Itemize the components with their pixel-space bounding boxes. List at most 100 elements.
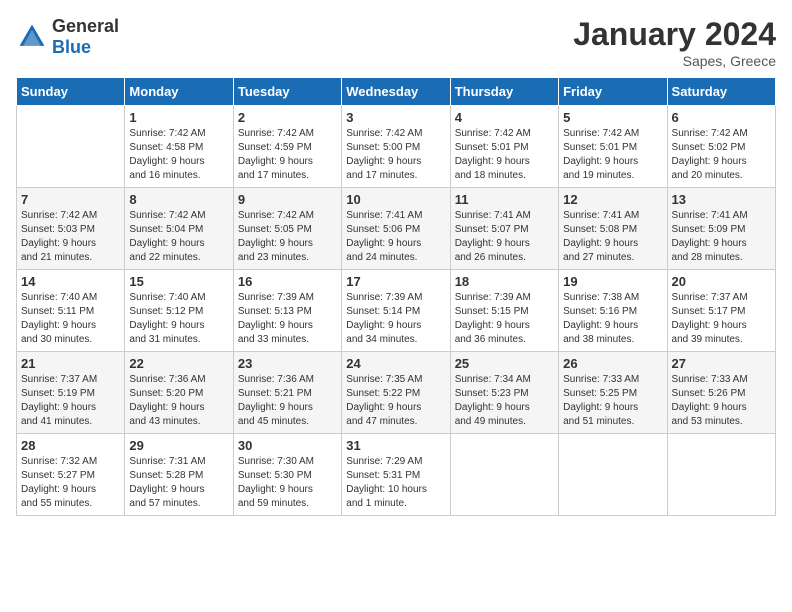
- calendar-cell: 6Sunrise: 7:42 AM Sunset: 5:02 PM Daylig…: [667, 106, 775, 188]
- day-number: 14: [21, 274, 120, 289]
- day-info: Sunrise: 7:41 AM Sunset: 5:06 PM Dayligh…: [346, 209, 445, 265]
- calendar-table: SundayMondayTuesdayWednesdayThursdayFrid…: [16, 77, 776, 516]
- day-info: Sunrise: 7:29 AM Sunset: 5:31 PM Dayligh…: [346, 455, 445, 511]
- day-info: Sunrise: 7:36 AM Sunset: 5:20 PM Dayligh…: [129, 373, 228, 429]
- day-number: 2: [238, 110, 337, 125]
- day-number: 16: [238, 274, 337, 289]
- logo-blue: Blue: [52, 37, 91, 57]
- day-number: 13: [672, 192, 771, 207]
- day-number: 27: [672, 356, 771, 371]
- day-number: 9: [238, 192, 337, 207]
- day-number: 29: [129, 438, 228, 453]
- calendar-cell: 16 Sunrise: 7:39 AM Sunset: 5:13 PM Dayli…: [233, 270, 341, 352]
- day-info: Sunrise: 7:39 AM Sunset: 5:13 PM Dayligh…: [238, 291, 337, 347]
- calendar-cell: 24 Sunrise: 7:35 AM Sunset: 5:22 PM Dayli…: [342, 352, 450, 434]
- day-info: Sunrise: 7:42 AM Sunset: 5:04 PM Dayligh…: [129, 209, 228, 265]
- day-info: Sunrise: 7:37 AM Sunset: 5:17 PM Dayligh…: [672, 291, 771, 347]
- calendar-cell: 26Sunrise: 7:33 AM Sunset: 5:25 PM Dayli…: [559, 352, 667, 434]
- day-info: Sunrise: 7:42 AM Sunset: 4:59 PM Dayligh…: [238, 127, 337, 183]
- day-number: 20: [672, 274, 771, 289]
- column-header-sunday: Sunday: [17, 78, 125, 106]
- day-number: 31: [346, 438, 445, 453]
- calendar-cell: 1Sunrise: 7:42 AM Sunset: 4:58 PM Daylig…: [125, 106, 233, 188]
- day-number: 6: [672, 110, 771, 125]
- day-info: Sunrise: 7:34 AM Sunset: 5:23 PM Dayligh…: [455, 373, 554, 429]
- calendar-cell: 28 Sunrise: 7:32 AM Sunset: 5:27 PM Dayli…: [17, 434, 125, 516]
- column-header-saturday: Saturday: [667, 78, 775, 106]
- day-number: 19: [563, 274, 662, 289]
- day-number: 28: [21, 438, 120, 453]
- day-number: 8: [129, 192, 228, 207]
- calendar-cell: 31 Sunrise: 7:29 AM Sunset: 5:31 PM Dayli…: [342, 434, 450, 516]
- day-number: 30: [238, 438, 337, 453]
- day-number: 3: [346, 110, 445, 125]
- calendar-cell: 25Sunrise: 7:34 AM Sunset: 5:23 PM Dayli…: [450, 352, 558, 434]
- day-info: Sunrise: 7:39 AM Sunset: 5:14 PM Dayligh…: [346, 291, 445, 347]
- day-number: 7: [21, 192, 120, 207]
- day-info: Sunrise: 7:31 AM Sunset: 5:28 PM Dayligh…: [129, 455, 228, 511]
- calendar-cell: 4Sunrise: 7:42 AM Sunset: 5:01 PM Daylig…: [450, 106, 558, 188]
- calendar-cell: 8 Sunrise: 7:42 AM Sunset: 5:04 PM Daylig…: [125, 188, 233, 270]
- calendar-cell: 30Sunrise: 7:30 AM Sunset: 5:30 PM Dayli…: [233, 434, 341, 516]
- day-number: 11: [455, 192, 554, 207]
- calendar-cell: 18 Sunrise: 7:39 AM Sunset: 5:15 PM Dayli…: [450, 270, 558, 352]
- day-number: 15: [129, 274, 228, 289]
- calendar-cell: 21Sunrise: 7:37 AM Sunset: 5:19 PM Dayli…: [17, 352, 125, 434]
- logo-general: General: [52, 16, 119, 36]
- calendar-cell: 5 Sunrise: 7:42 AM Sunset: 5:01 PM Daylig…: [559, 106, 667, 188]
- calendar-cell: 19 Sunrise: 7:38 AM Sunset: 5:16 PM Dayli…: [559, 270, 667, 352]
- location-title: Sapes, Greece: [573, 53, 776, 69]
- day-number: 17: [346, 274, 445, 289]
- calendar-cell: [450, 434, 558, 516]
- calendar-week-5: 28 Sunrise: 7:32 AM Sunset: 5:27 PM Dayli…: [17, 434, 776, 516]
- day-info: Sunrise: 7:35 AM Sunset: 5:22 PM Dayligh…: [346, 373, 445, 429]
- calendar-cell: 27 Sunrise: 7:33 AM Sunset: 5:26 PM Dayli…: [667, 352, 775, 434]
- day-info: Sunrise: 7:40 AM Sunset: 5:12 PM Dayligh…: [129, 291, 228, 347]
- day-info: Sunrise: 7:41 AM Sunset: 5:07 PM Dayligh…: [455, 209, 554, 265]
- calendar-cell: 10 Sunrise: 7:41 AM Sunset: 5:06 PM Dayli…: [342, 188, 450, 270]
- calendar-cell: 20 Sunrise: 7:37 AM Sunset: 5:17 PM Dayli…: [667, 270, 775, 352]
- day-number: 12: [563, 192, 662, 207]
- day-number: 24: [346, 356, 445, 371]
- column-header-friday: Friday: [559, 78, 667, 106]
- day-number: 18: [455, 274, 554, 289]
- day-info: Sunrise: 7:33 AM Sunset: 5:25 PM Dayligh…: [563, 373, 662, 429]
- day-info: Sunrise: 7:37 AM Sunset: 5:19 PM Dayligh…: [21, 373, 120, 429]
- column-header-wednesday: Wednesday: [342, 78, 450, 106]
- calendar-week-4: 21Sunrise: 7:37 AM Sunset: 5:19 PM Dayli…: [17, 352, 776, 434]
- day-number: 10: [346, 192, 445, 207]
- day-info: Sunrise: 7:42 AM Sunset: 5:05 PM Dayligh…: [238, 209, 337, 265]
- calendar-cell: 9 Sunrise: 7:42 AM Sunset: 5:05 PM Daylig…: [233, 188, 341, 270]
- calendar-cell: 15 Sunrise: 7:40 AM Sunset: 5:12 PM Dayli…: [125, 270, 233, 352]
- calendar-cell: 22Sunrise: 7:36 AM Sunset: 5:20 PM Dayli…: [125, 352, 233, 434]
- calendar-cell: 17 Sunrise: 7:39 AM Sunset: 5:14 PM Dayli…: [342, 270, 450, 352]
- day-info: Sunrise: 7:41 AM Sunset: 5:08 PM Dayligh…: [563, 209, 662, 265]
- logo-icon: [16, 21, 48, 53]
- calendar-week-3: 14 Sunrise: 7:40 AM Sunset: 5:11 PM Dayli…: [17, 270, 776, 352]
- day-info: Sunrise: 7:39 AM Sunset: 5:15 PM Dayligh…: [455, 291, 554, 347]
- day-info: Sunrise: 7:38 AM Sunset: 5:16 PM Dayligh…: [563, 291, 662, 347]
- day-info: Sunrise: 7:33 AM Sunset: 5:26 PM Dayligh…: [672, 373, 771, 429]
- calendar-cell: 23Sunrise: 7:36 AM Sunset: 5:21 PM Dayli…: [233, 352, 341, 434]
- day-info: Sunrise: 7:40 AM Sunset: 5:11 PM Dayligh…: [21, 291, 120, 347]
- day-info: Sunrise: 7:42 AM Sunset: 5:01 PM Dayligh…: [563, 127, 662, 183]
- calendar-cell: 13Sunrise: 7:41 AM Sunset: 5:09 PM Dayli…: [667, 188, 775, 270]
- day-info: Sunrise: 7:42 AM Sunset: 5:03 PM Dayligh…: [21, 209, 120, 265]
- day-info: Sunrise: 7:32 AM Sunset: 5:27 PM Dayligh…: [21, 455, 120, 511]
- month-title: January 2024: [573, 16, 776, 53]
- calendar-cell: [17, 106, 125, 188]
- day-info: Sunrise: 7:42 AM Sunset: 5:00 PM Dayligh…: [346, 127, 445, 183]
- page-header: General Blue January 2024 Sapes, Greece: [16, 16, 776, 69]
- column-header-monday: Monday: [125, 78, 233, 106]
- day-number: 4: [455, 110, 554, 125]
- calendar-cell: 2 Sunrise: 7:42 AM Sunset: 4:59 PM Daylig…: [233, 106, 341, 188]
- column-header-thursday: Thursday: [450, 78, 558, 106]
- calendar-body: 1Sunrise: 7:42 AM Sunset: 4:58 PM Daylig…: [17, 106, 776, 516]
- calendar-cell: [667, 434, 775, 516]
- calendar-cell: [559, 434, 667, 516]
- column-header-tuesday: Tuesday: [233, 78, 341, 106]
- day-info: Sunrise: 7:36 AM Sunset: 5:21 PM Dayligh…: [238, 373, 337, 429]
- calendar-cell: 12 Sunrise: 7:41 AM Sunset: 5:08 PM Dayli…: [559, 188, 667, 270]
- calendar-cell: 14 Sunrise: 7:40 AM Sunset: 5:11 PM Dayli…: [17, 270, 125, 352]
- day-number: 5: [563, 110, 662, 125]
